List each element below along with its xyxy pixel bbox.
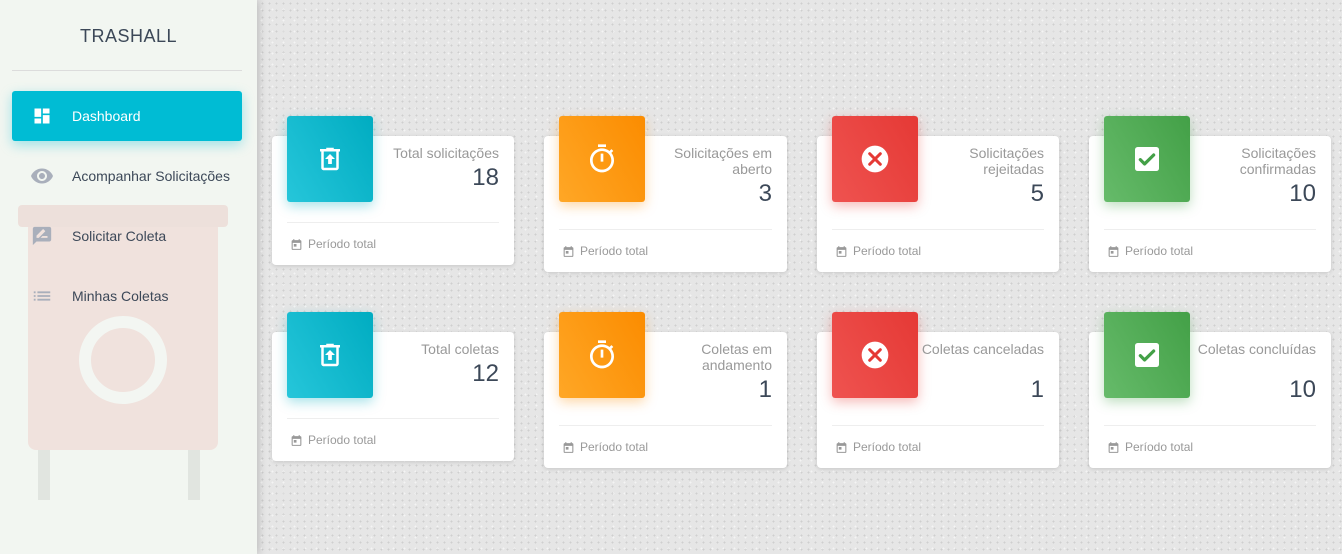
card-divider: [832, 425, 1044, 426]
calendar-icon: [563, 441, 574, 453]
timer-icon: [590, 144, 614, 173]
card-category: Coletas canceladas: [921, 341, 1044, 357]
card-footer: Período total: [290, 237, 376, 251]
card-category: Solicitações confirmadas: [1239, 145, 1316, 177]
card-category: Coletas em andamento: [701, 341, 772, 373]
sidebar-item-label: Acompanhar Solicitações: [72, 168, 230, 184]
card-footer: Período total: [835, 440, 921, 454]
sidebar-item-solicitar-coleta[interactable]: Solicitar Coleta: [12, 211, 242, 261]
stat-card-solicitacoes-confirmadas: Solicitações confirmadas 10 Período tota…: [1089, 116, 1331, 272]
card-footer: Período total: [1107, 244, 1193, 258]
card-footer: Período total: [290, 433, 376, 447]
card-value: 5: [1030, 180, 1044, 207]
card-icon-box: [832, 116, 918, 202]
calendar-icon: [836, 245, 847, 257]
stat-card-total-coletas: Total coletas 12 Período total: [272, 312, 514, 461]
card-icon-box: [287, 312, 373, 398]
card-icon-box: [559, 312, 645, 398]
calendar-icon: [563, 245, 574, 257]
card-value: 12: [472, 360, 499, 387]
check-box-icon: [1135, 147, 1159, 171]
app-brand[interactable]: TRASHALL: [0, 26, 257, 47]
calendar-icon: [291, 434, 302, 446]
stat-card-total-solicitacoes: Total solicitações 18 Período total: [272, 116, 514, 265]
stat-card-solicitacoes-em-aberto: Solicitações em aberto 3 Período total: [544, 116, 787, 272]
calendar-icon: [291, 238, 302, 250]
card-value: 10: [1289, 180, 1316, 207]
card-divider: [559, 425, 772, 426]
card-category: Coletas concluídas: [1197, 341, 1316, 357]
cancel-icon: [861, 145, 889, 173]
card-footer-text: Período total: [853, 440, 922, 454]
sidebar-item-label: Dashboard: [72, 108, 141, 124]
card-divider: [1104, 229, 1316, 230]
sidebar-item-label: Solicitar Coleta: [72, 228, 167, 244]
card-category: Solicitações em aberto: [673, 145, 772, 177]
calendar-icon: [836, 441, 847, 453]
card-footer: Período total: [562, 440, 648, 454]
card-divider: [287, 418, 499, 419]
card-divider: [832, 229, 1044, 230]
stat-card-solicitacoes-rejeitadas: Solicitações rejeitadas 5 Período total: [817, 116, 1059, 272]
sidebar-item-dashboard[interactable]: Dashboard: [12, 91, 242, 141]
sidebar-item-acompanhar-solicitacoes[interactable]: Acompanhar Solicitações: [12, 151, 242, 201]
card-footer-text: Período total: [308, 433, 377, 447]
card-footer: Período total: [1107, 440, 1193, 454]
card-value: 10: [1289, 376, 1316, 403]
card-value: 3: [758, 180, 772, 207]
calendar-icon: [1108, 245, 1119, 257]
card-footer: Período total: [562, 244, 648, 258]
card-icon-box: [1104, 312, 1190, 398]
card-footer-text: Período total: [1125, 244, 1194, 258]
card-category: Total solicitações: [393, 145, 499, 161]
card-footer-text: Período total: [308, 237, 377, 251]
card-footer-text: Período total: [853, 244, 922, 258]
card-value: 18: [472, 164, 499, 191]
card-divider: [1104, 425, 1316, 426]
sidebar-item-label: Minhas Coletas: [72, 288, 169, 304]
card-icon-box: [1104, 116, 1190, 202]
eye-icon: [30, 164, 54, 188]
cancel-icon: [861, 341, 889, 369]
dashboard-icon: [30, 104, 54, 128]
sidebar-item-minhas-coletas[interactable]: Minhas Coletas: [12, 271, 242, 321]
stat-card-coletas-concluidas: Coletas concluídas 10 Período total: [1089, 312, 1331, 468]
card-category: Total coletas: [421, 341, 499, 357]
card-footer-text: Período total: [580, 244, 649, 258]
card-divider: [559, 229, 772, 230]
trash-upload-icon: [320, 147, 340, 171]
card-footer: Período total: [835, 244, 921, 258]
list-icon: [30, 284, 54, 308]
check-box-icon: [1135, 343, 1159, 367]
card-category: Solicitações rejeitadas: [969, 145, 1044, 177]
timer-icon: [590, 340, 614, 369]
calendar-icon: [1108, 441, 1119, 453]
card-footer-text: Período total: [580, 440, 649, 454]
card-footer-text: Período total: [1125, 440, 1194, 454]
card-value: 1: [758, 376, 772, 403]
card-divider: [287, 222, 499, 223]
trash-upload-icon: [320, 343, 340, 367]
stat-card-coletas-canceladas: Coletas canceladas 1 Período total: [817, 312, 1059, 468]
stat-card-coletas-em-andamento: Coletas em andamento 1 Período total: [544, 312, 787, 468]
card-icon-box: [832, 312, 918, 398]
edit-message-icon: [30, 224, 54, 248]
card-icon-box: [287, 116, 373, 202]
card-icon-box: [559, 116, 645, 202]
recycle-bin-background-icon: [18, 205, 228, 500]
brand-divider: [12, 70, 242, 71]
card-value: 1: [1030, 376, 1044, 403]
sidebar: TRASHALL Dashboard Acompanhar Solicitaçõ…: [0, 0, 257, 554]
